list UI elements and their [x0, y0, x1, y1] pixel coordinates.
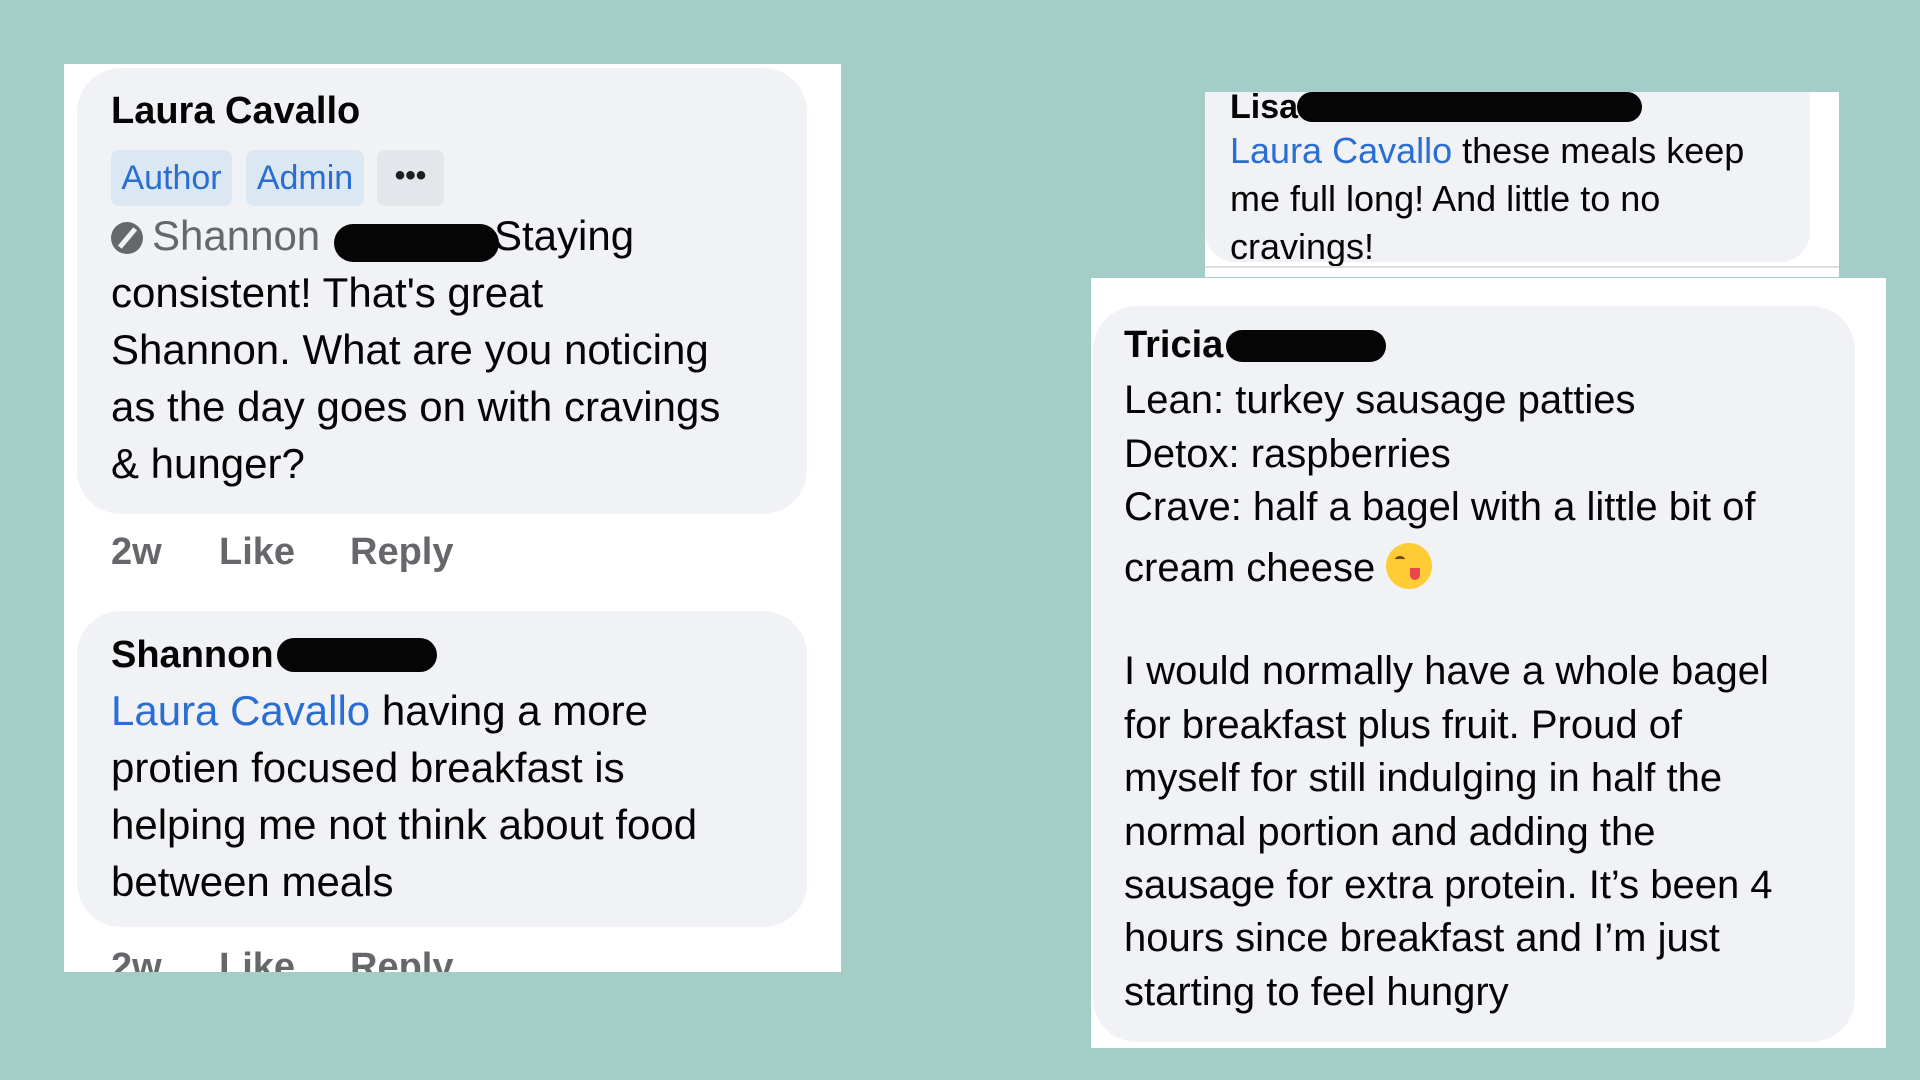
- comment-body-line: Lean: turkey sausage patties: [1124, 378, 1636, 422]
- mention-laura-cavallo[interactable]: Laura Cavallo: [111, 687, 370, 734]
- comment-body-line: Crave: half a bagel with a little bit of: [1124, 485, 1756, 529]
- comment-body-line: & hunger?: [111, 440, 305, 487]
- comment-timestamp[interactable]: 2w: [111, 531, 162, 574]
- comment-body-line: myself for still indulging in half the: [1124, 756, 1723, 800]
- comment-author-name[interactable]: Tricia: [1124, 324, 1223, 367]
- comment-body-line: Shannon. What are you noticing: [111, 326, 709, 373]
- comment-body-first-line: Laura Cavallo these meals keep: [1230, 130, 1744, 172]
- comment-body-line: hours since breakfast and I’m just: [1124, 916, 1720, 960]
- redacted-surname: [334, 224, 499, 262]
- comment-author-name[interactable]: Laura Cavallo: [111, 90, 360, 133]
- comment-body-line: protien focused breakfast is: [111, 744, 625, 791]
- edited-mention-icon: [111, 222, 143, 254]
- comment-body-line: me full long! And little to no: [1230, 178, 1661, 219]
- divider: [1205, 266, 1839, 268]
- reply-button[interactable]: Reply: [350, 946, 453, 972]
- mention-laura-cavallo[interactable]: Laura Cavallo: [1230, 130, 1452, 171]
- comment-body-line: Detox: raspberries: [1124, 432, 1451, 476]
- comment-body-line: starting to feel hungry: [1124, 970, 1509, 1014]
- comment-body-line: cravings!: [1230, 226, 1375, 267]
- comment-body-first-text: having a more: [370, 687, 648, 734]
- comment-body-line: consistent! That's great: [111, 269, 544, 316]
- like-button[interactable]: Like: [219, 531, 295, 574]
- right-comment-screenshot: Tricia Lean: turkey sausage patties Deto…: [1091, 278, 1886, 1048]
- comment-author-name[interactable]: Lisa: [1230, 92, 1298, 127]
- comment-mention-shannon[interactable]: Shannon: [152, 212, 320, 260]
- comment-body-first-text: these meals keep: [1452, 130, 1745, 171]
- left-comment-screenshot: Laura Cavallo Author Admin ••• Shannon S…: [64, 64, 841, 972]
- comment-body-line: for breakfast plus fruit. Proud of: [1124, 703, 1683, 747]
- author-badge: Author: [111, 150, 232, 206]
- comment-body-line: helping me not think about food: [111, 801, 698, 848]
- redacted-surname: [1226, 330, 1386, 362]
- comment-body-text: cream cheese: [1124, 546, 1376, 590]
- more-options-button[interactable]: •••: [377, 150, 444, 206]
- redacted-surname: [1297, 92, 1642, 122]
- comment-author-name[interactable]: Shannon: [111, 634, 274, 677]
- comment-body-line-with-emoji: cream cheese: [1124, 543, 1433, 591]
- comment-body-first-line: Laura Cavallo having a more: [111, 687, 648, 735]
- comment-timestamp[interactable]: 2w: [111, 946, 162, 972]
- like-button[interactable]: Like: [219, 946, 295, 972]
- comment-body-line: normal portion and adding the: [1124, 810, 1656, 854]
- right-top-comment-screenshot: Lisa Laura Cavallo these meals keep me f…: [1205, 92, 1839, 277]
- comment-body-line: sausage for extra protein. It’s been 4: [1124, 863, 1773, 907]
- comment-body-line: I would normally have a whole bagel: [1124, 649, 1769, 693]
- comment-body-line: as the day goes on with cravings: [111, 383, 721, 430]
- reply-button[interactable]: Reply: [350, 531, 453, 574]
- admin-badge: Admin: [246, 150, 364, 206]
- comment-body-line: between meals: [111, 858, 394, 905]
- comment-body-start: Staying: [494, 212, 635, 259]
- redacted-surname: [277, 638, 437, 672]
- yum-face-emoji-icon: [1386, 543, 1433, 589]
